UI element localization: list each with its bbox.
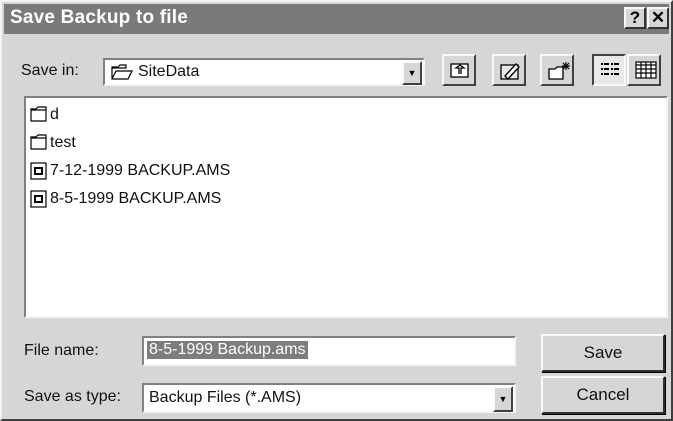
document-icon: [30, 190, 47, 208]
details-view-button[interactable]: [627, 54, 661, 86]
folder-open-icon: [111, 64, 133, 80]
file-name-input[interactable]: 8-5-1999 Backup.ams: [142, 336, 516, 366]
up-one-level-button[interactable]: [442, 54, 476, 86]
help-button[interactable]: ?: [624, 7, 646, 29]
save-in-label: Save in:: [21, 62, 79, 79]
save-as-type-dropdown-arrow[interactable]: ▼: [493, 386, 513, 412]
save-as-type-value: Backup Files (*.AMS): [149, 389, 302, 406]
save-as-type-dropdown[interactable]: Backup Files (*.AMS) ▼: [142, 383, 516, 413]
favorites-icon: [500, 63, 520, 80]
save-as-type-label: Save as type:: [24, 388, 121, 405]
list-view-button[interactable]: [592, 54, 626, 86]
document-icon: [30, 162, 47, 180]
save-in-dropdown-arrow[interactable]: ▼: [402, 61, 422, 85]
cancel-button[interactable]: Cancel: [541, 376, 665, 414]
folder-icon: [30, 106, 47, 122]
new-folder-icon: [548, 62, 570, 80]
window-title: Save Backup to file: [10, 7, 189, 28]
create-new-folder-button[interactable]: [540, 54, 574, 86]
save-button[interactable]: Save: [541, 334, 665, 372]
close-button[interactable]: ✕: [647, 7, 669, 29]
file-name-label: File name:: [24, 342, 99, 359]
file-list[interactable]: d test 7-12-1999 BACKUP.AMS 8-5-1999 BAC…: [24, 96, 668, 318]
go-to-favorites-button[interactable]: [492, 54, 526, 86]
up-folder-icon: [450, 63, 469, 78]
save-in-value: SiteData: [138, 63, 200, 80]
title-bar[interactable]: Save Backup to file ? ✕: [4, 4, 669, 34]
list-view-icon: [601, 63, 619, 75]
details-view-icon: [635, 61, 657, 79]
save-backup-dialog: Save Backup to file ? ✕ Save in: SiteDat…: [0, 0, 673, 421]
save-in-dropdown[interactable]: SiteData ▼: [103, 58, 425, 86]
folder-icon: [30, 134, 47, 150]
file-name-value: 8-5-1999 Backup.ams: [147, 341, 308, 359]
